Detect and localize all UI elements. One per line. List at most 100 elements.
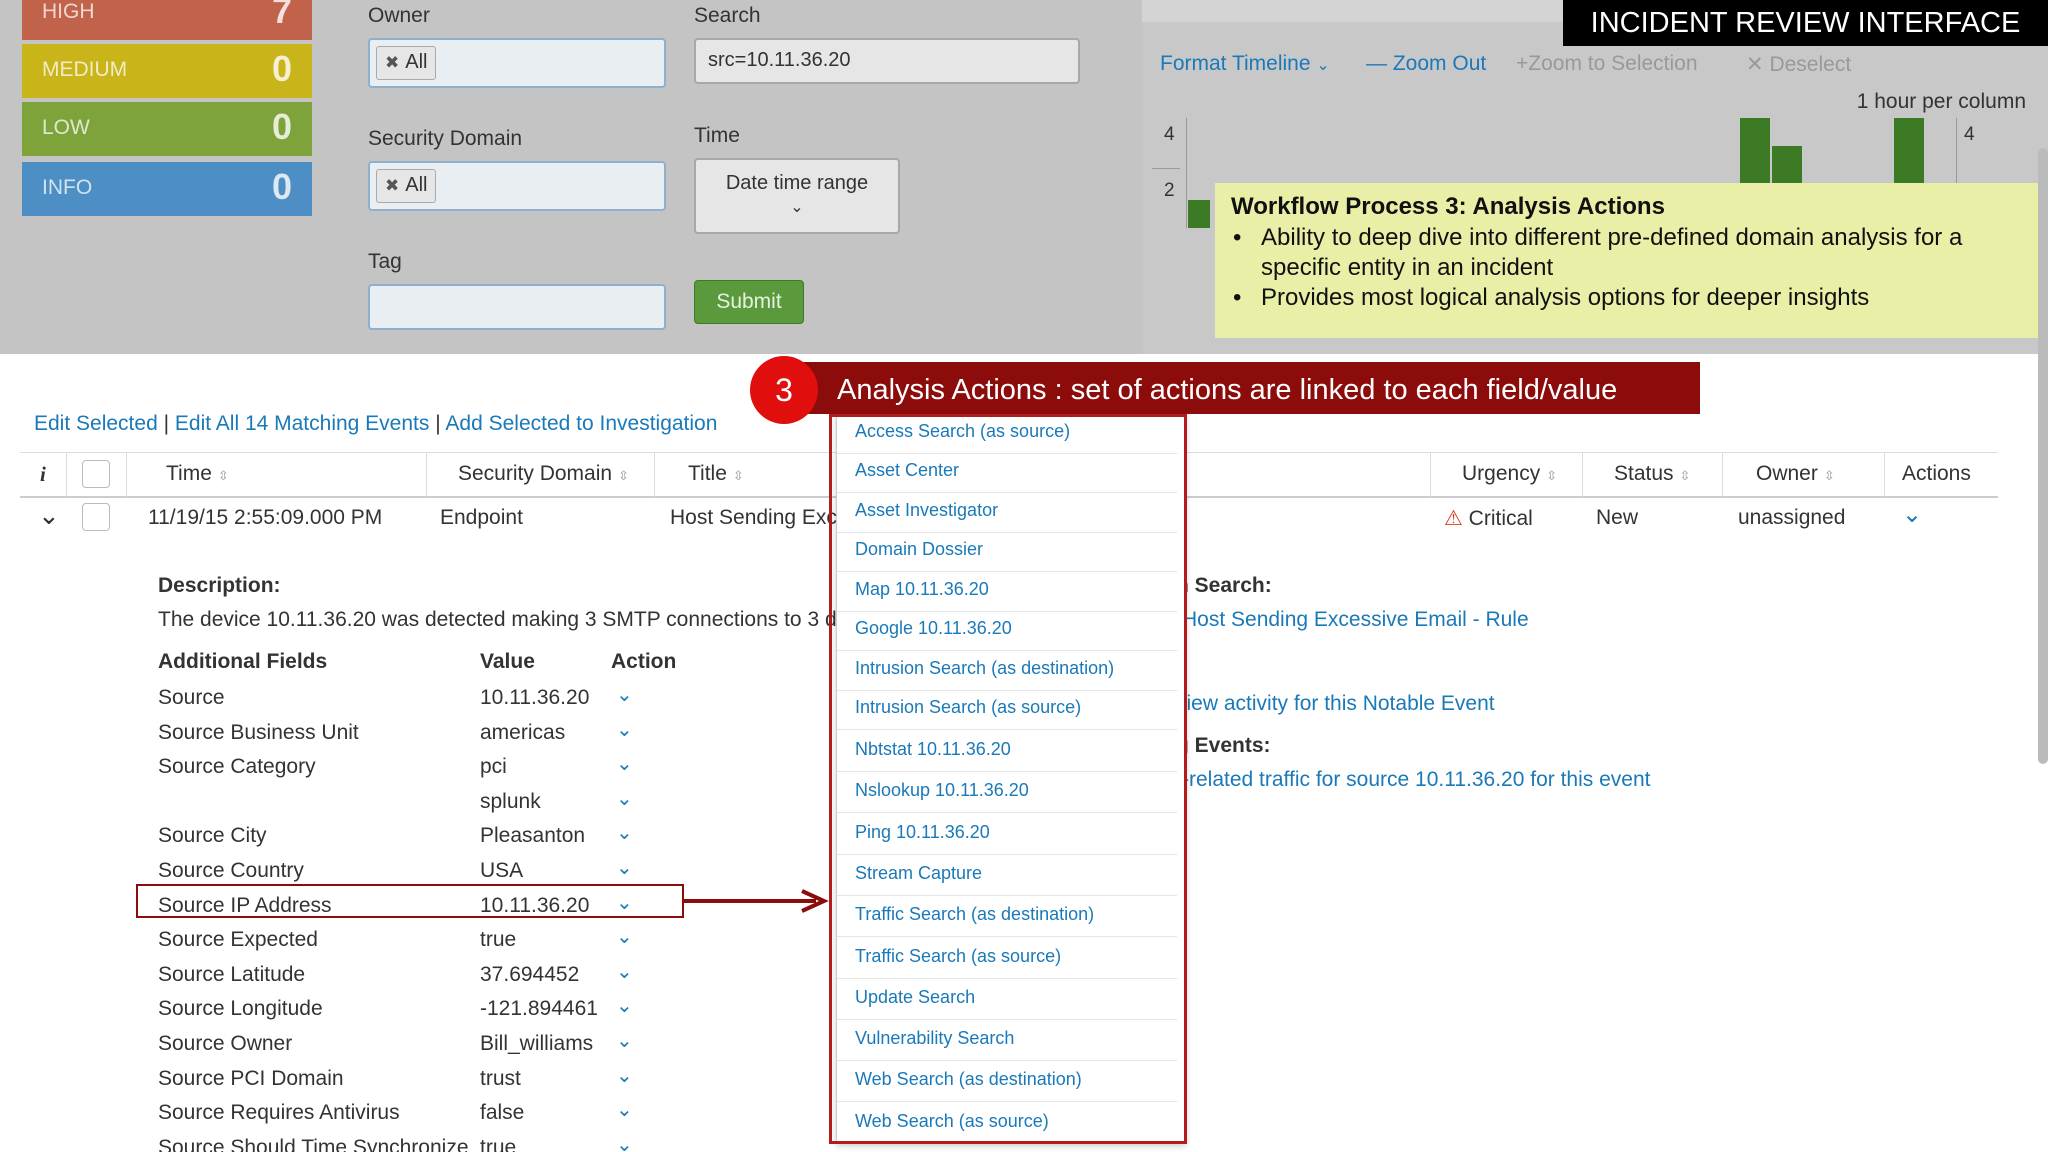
chevron-down-icon[interactable]: ⌄ <box>616 751 633 776</box>
sort-icon: ⇳ <box>732 468 744 483</box>
correlation-search-label: n Search: <box>1176 574 1272 597</box>
sort-icon: ⇳ <box>1546 468 1558 483</box>
menu-highlight-frame <box>829 414 1187 1144</box>
submit-button[interactable]: Submit <box>694 280 804 324</box>
owner-token[interactable]: ✖ All <box>376 46 437 80</box>
select-all-checkbox[interactable] <box>82 460 110 488</box>
field-value: false <box>480 1101 525 1125</box>
chevron-down-icon[interactable]: ⌄ <box>616 993 633 1018</box>
chevron-down-icon[interactable]: ⌄ <box>616 1097 633 1122</box>
severity-label: INFO <box>42 176 93 199</box>
field-name: Source Country <box>158 859 304 882</box>
sort-icon: ⇳ <box>1823 468 1835 483</box>
chevron-down-icon[interactable]: ⌄ <box>616 682 633 707</box>
remove-icon[interactable]: ✖ <box>385 53 399 72</box>
chevron-down-icon[interactable]: ⌄ <box>616 717 633 742</box>
severity-count: 0 <box>271 48 292 89</box>
deselect-button[interactable]: ✕ Deselect <box>1746 52 1851 77</box>
timeline-scale: 1 hour per column <box>1856 90 2026 113</box>
sort-icon: ⇳ <box>217 468 229 483</box>
security-domain-token[interactable]: ✖ All <box>376 169 437 203</box>
field-name: Source Should Time Synchronize <box>158 1135 469 1152</box>
format-timeline-button[interactable]: Format Timeline ⌄ <box>1160 52 1330 76</box>
edit-selected-link[interactable]: Edit Selected <box>34 412 158 435</box>
field-row: Source Owner Bill_williams ⌄ <box>158 1028 678 1062</box>
callout-bullets: Ability to deep dive into different pre-… <box>1231 223 2032 313</box>
field-value: americas <box>480 720 566 744</box>
field-row: Source 10.11.36.20 ⌄ <box>158 682 678 716</box>
owner-column-header[interactable]: Owner ⇳ <box>1756 462 1835 486</box>
y-tick-2: 2 <box>1164 180 1175 201</box>
severity-tile-info[interactable]: INFO 0 <box>22 162 312 216</box>
field-name: Source Longitude <box>158 997 323 1021</box>
time-label: Time <box>694 124 740 147</box>
chevron-down-icon[interactable]: ⌄ <box>616 1132 633 1152</box>
time-range-picker[interactable]: Date time range ⌄ <box>694 158 900 234</box>
separator: | <box>163 412 170 435</box>
correlation-search-link[interactable]: Host Sending Excessive Email - Rule <box>1182 608 1529 632</box>
callout-bullet: Ability to deep dive into different pre-… <box>1231 223 2032 283</box>
plus-icon: + <box>1516 52 1529 75</box>
zoom-out-label: Zoom Out <box>1392 52 1487 75</box>
owner-field[interactable]: ✖ All <box>368 38 666 88</box>
annotation-banner: Analysis Actions : set of actions are li… <box>793 362 1700 414</box>
add-to-investigation-link[interactable]: Add Selected to Investigation <box>445 412 717 435</box>
security-domain-column-header[interactable]: Security Domain ⇳ <box>458 462 629 486</box>
edit-all-link[interactable]: Edit All 14 Matching Events <box>175 412 429 435</box>
view-activity-link[interactable]: view activity for this Notable Event <box>1176 692 1495 716</box>
time-column-header[interactable]: Time ⇳ <box>166 462 229 486</box>
field-row: Source Expected true ⌄ <box>158 924 678 958</box>
field-highlight-box <box>136 884 684 918</box>
severity-label: LOW <box>42 116 90 139</box>
chevron-down-icon[interactable]: ⌄ <box>616 1063 633 1088</box>
sort-icon: ⇳ <box>618 468 629 483</box>
row-checkbox[interactable] <box>82 503 110 531</box>
time-header-label: Time <box>166 462 212 485</box>
row-actions-dropdown-icon[interactable]: ⌄ <box>1902 500 1922 529</box>
separator: | <box>435 412 441 435</box>
related-traffic-link[interactable]: -related traffic for source 10.11.36.20 … <box>1182 768 1650 792</box>
collapse-row-icon[interactable]: ⌄ <box>38 500 60 531</box>
zoom-out-button[interactable]: — Zoom Out <box>1366 52 1486 76</box>
security-domain-field[interactable]: ✖ All <box>368 161 666 211</box>
status-header-label: Status <box>1614 462 1674 485</box>
severity-tile-low[interactable]: LOW 0 <box>22 102 312 156</box>
chevron-down-icon[interactable]: ⌄ <box>616 820 633 845</box>
scrollbar[interactable] <box>2038 148 2048 764</box>
warning-icon: ⚠ <box>1444 507 1463 530</box>
security-domain-label: Security Domain <box>368 127 523 150</box>
field-value: USA <box>480 859 524 882</box>
severity-tile-high[interactable]: HIGH 7 <box>22 0 312 40</box>
contributing-events-label: g Events: <box>1176 734 1271 757</box>
event-owner: unassigned <box>1738 506 1846 529</box>
chevron-down-icon[interactable]: ⌄ <box>616 855 633 880</box>
field-row: Source Category pci ⌄ <box>158 751 678 785</box>
event-time: 11/19/15 2:55:09.000 PM <box>148 506 383 529</box>
title-column-header[interactable]: Title ⇳ <box>688 462 744 486</box>
field-row: Source PCI Domain trust ⌄ <box>158 1063 678 1097</box>
chevron-down-icon[interactable]: ⌄ <box>616 1028 633 1053</box>
annotation-text: Analysis Actions : set of actions are li… <box>837 374 1618 406</box>
search-input[interactable]: src=10.11.36.20 <box>694 38 1080 84</box>
event-title[interactable]: Host Sending Exce <box>670 506 849 530</box>
severity-tile-medium[interactable]: MEDIUM 0 <box>22 44 312 98</box>
chevron-down-icon[interactable]: ⌄ <box>616 959 633 984</box>
action-header: Action <box>611 650 677 673</box>
field-row: Source Business Unit americas ⌄ <box>158 717 678 751</box>
chevron-down-icon[interactable]: ⌄ <box>616 924 633 949</box>
urgency-column-header[interactable]: Urgency ⇳ <box>1462 462 1557 486</box>
zoom-to-selection-button[interactable]: +Zoom to Selection <box>1516 52 1698 76</box>
tag-input[interactable] <box>368 284 666 330</box>
field-row: Source Latitude 37.694452 ⌄ <box>158 959 678 993</box>
field-value: -121.894461 <box>480 997 598 1021</box>
event-status: New <box>1596 506 1639 529</box>
pointer-arrow-icon <box>684 889 829 913</box>
timeline-column[interactable] <box>1188 200 1210 228</box>
remove-icon[interactable]: ✖ <box>385 176 399 195</box>
column-divider <box>1582 453 1583 497</box>
description-text: The device 10.11.36.20 was detected maki… <box>158 608 838 631</box>
severity-count: 0 <box>271 106 292 147</box>
chevron-down-icon[interactable]: ⌄ <box>616 786 633 811</box>
event-urgency: ⚠ Critical <box>1444 506 1533 531</box>
status-column-header[interactable]: Status ⇳ <box>1614 462 1690 486</box>
